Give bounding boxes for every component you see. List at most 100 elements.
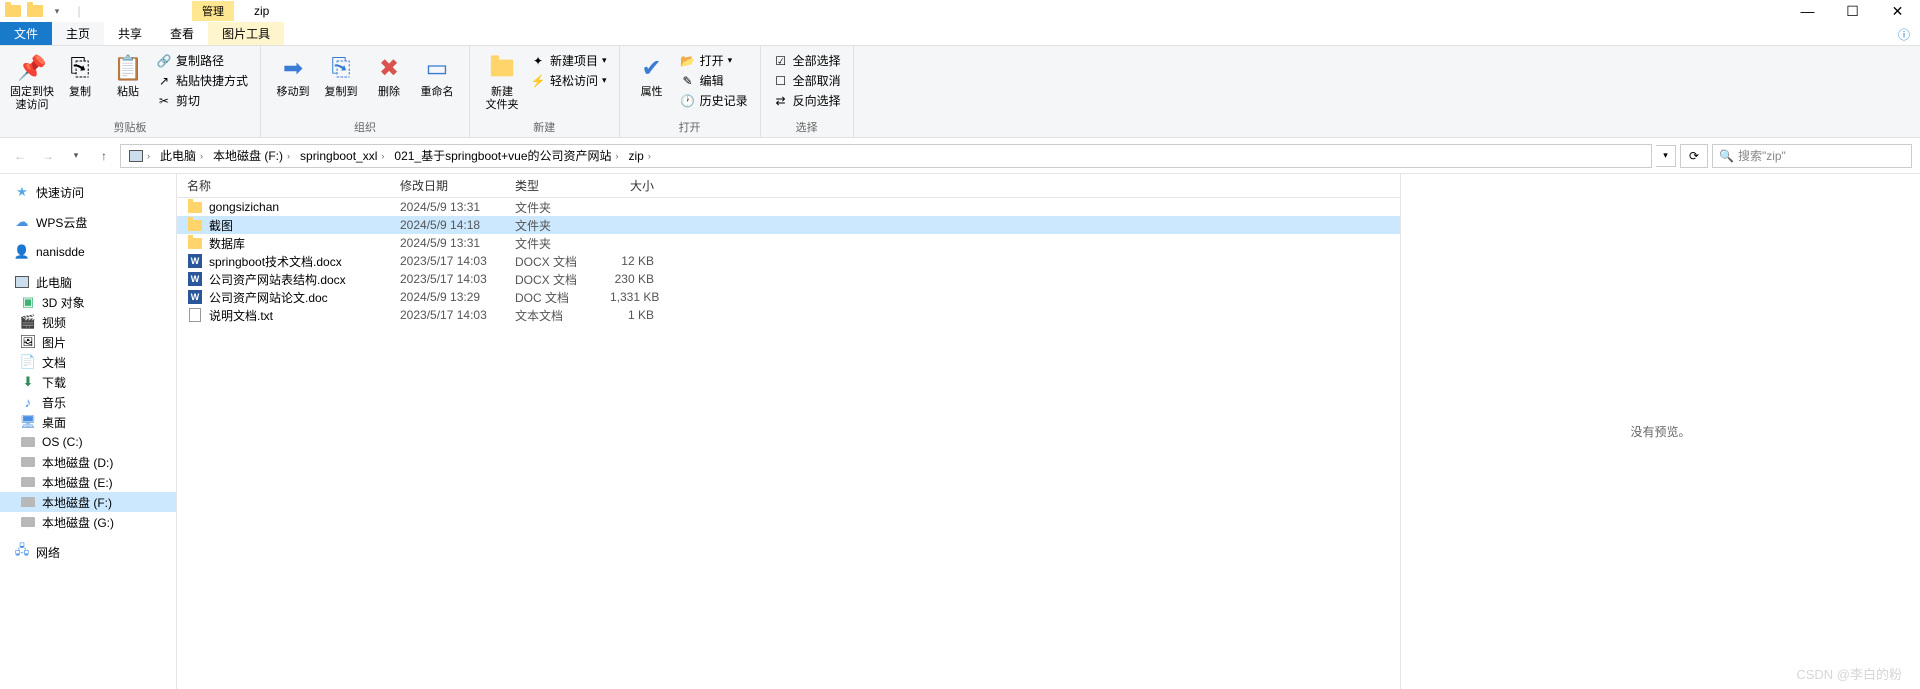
new-item-button[interactable]: ✦新建项目▾ <box>530 52 607 69</box>
cloud-icon: ☁ <box>14 214 30 230</box>
open-button[interactable]: 📂打开▾ <box>680 52 748 69</box>
cube-icon: ▣ <box>20 294 36 310</box>
minimize-button[interactable]: — <box>1785 0 1830 22</box>
sidebar-desktop[interactable]: 🖥桌面 <box>0 412 176 432</box>
word-icon: W <box>187 271 203 287</box>
sidebar-wps[interactable]: ☁WPS云盘 <box>0 212 176 232</box>
file-name: 数据库 <box>177 235 392 252</box>
crumb-item[interactable]: 本地磁盘 (F:)› <box>209 147 294 164</box>
sidebar-music[interactable]: ♪音乐 <box>0 392 176 412</box>
title-bar: ▾ | 管理 zip — ☐ ✕ <box>0 0 1920 22</box>
sidebar-quick-access[interactable]: ★快速访问 <box>0 182 176 202</box>
search-icon: 🔍 <box>1719 149 1734 163</box>
history-button[interactable]: 🕐历史记录 <box>680 92 748 109</box>
recent-dropdown[interactable]: ▾ <box>64 144 88 168</box>
crumb-item[interactable]: springboot_xxl› <box>296 149 388 163</box>
sidebar-downloads[interactable]: ⬇下载 <box>0 372 176 392</box>
sidebar-drive-g[interactable]: 本地磁盘 (G:) <box>0 512 176 532</box>
preview-pane: 没有预览。 <box>1400 174 1920 689</box>
tab-home[interactable]: 主页 <box>52 22 104 45</box>
tab-picture-tools[interactable]: 图片工具 <box>208 22 284 45</box>
quick-access-toolbar: ▾ | <box>0 2 92 20</box>
folder-icon[interactable] <box>26 2 44 20</box>
file-row[interactable]: W公司资产网站论文.doc2024/5/9 13:29DOC 文档1,331 K… <box>177 288 1400 306</box>
move-to-button[interactable]: ➡移动到 <box>269 50 317 101</box>
new-folder-button[interactable]: 新建 文件夹 <box>478 50 526 114</box>
refresh-button[interactable]: ⟳ <box>1680 144 1708 168</box>
crumb-item[interactable]: 此电脑› <box>156 147 207 164</box>
file-row[interactable]: W公司资产网站表结构.docx2023/5/17 14:03DOCX 文档230… <box>177 270 1400 288</box>
contextual-tab-label: 管理 <box>192 1 234 21</box>
breadcrumb-dropdown[interactable]: ▾ <box>1656 145 1676 167</box>
file-date: 2024/5/9 13:31 <box>392 200 507 214</box>
file-type: 文件夹 <box>507 235 602 252</box>
preview-text: 没有预览。 <box>1630 423 1690 440</box>
col-name[interactable]: 名称 <box>177 177 392 194</box>
sidebar-pictures[interactable]: 🖼图片 <box>0 332 176 352</box>
delete-button[interactable]: ✖删除 <box>365 50 413 101</box>
close-button[interactable]: ✕ <box>1875 0 1920 22</box>
pc-icon[interactable]: › <box>125 150 154 162</box>
copy-to-button[interactable]: ⎘复制到 <box>317 50 365 101</box>
column-headers: 名称 修改日期 类型 大小 <box>177 174 1400 198</box>
file-row[interactable]: 说明文档.txt2023/5/17 14:03文本文档1 KB <box>177 306 1400 324</box>
pin-icon: 📌 <box>16 52 48 84</box>
up-button[interactable]: ↑ <box>92 144 116 168</box>
help-icon[interactable]: ⓘ <box>1888 22 1920 45</box>
word-icon: W <box>187 289 203 305</box>
sidebar-documents[interactable]: 📄文档 <box>0 352 176 372</box>
document-icon: 📄 <box>20 354 36 370</box>
back-button[interactable]: ← <box>8 144 32 168</box>
copy-path-button[interactable]: 🔗复制路径 <box>156 52 248 69</box>
file-size: 12 KB <box>602 254 662 268</box>
col-date[interactable]: 修改日期 <box>392 177 507 194</box>
select-none-button[interactable]: ☐全部取消 <box>773 72 841 89</box>
file-row[interactable]: Wspringboot技术文档.docx2023/5/17 14:03DOCX … <box>177 252 1400 270</box>
sidebar-drive-d[interactable]: 本地磁盘 (D:) <box>0 452 176 472</box>
sidebar-this-pc[interactable]: 此电脑 <box>0 272 176 292</box>
group-label: 组织 <box>269 117 461 135</box>
paste-icon: 📋 <box>112 52 144 84</box>
forward-button[interactable]: → <box>36 144 60 168</box>
pin-button[interactable]: 📌固定到快 速访问 <box>8 50 56 114</box>
watermark: CSDN @李白的粉 <box>1796 664 1902 683</box>
sidebar-drive-f[interactable]: 本地磁盘 (F:) <box>0 492 176 512</box>
paste-shortcut-button[interactable]: ↗粘贴快捷方式 <box>156 72 248 89</box>
file-row[interactable]: 数据库2024/5/9 13:31文件夹 <box>177 234 1400 252</box>
file-row[interactable]: 截图2024/5/9 14:18文件夹 <box>177 216 1400 234</box>
tab-file[interactable]: 文件 <box>0 22 52 45</box>
sidebar-3d[interactable]: ▣3D 对象 <box>0 292 176 312</box>
rename-icon: ▭ <box>421 52 453 84</box>
crumb-item[interactable]: 021_基于springboot+vue的公司资产网站› <box>390 147 622 164</box>
maximize-button[interactable]: ☐ <box>1830 0 1875 22</box>
easy-access-button[interactable]: ⚡轻松访问▾ <box>530 72 607 89</box>
sidebar-user[interactable]: 👤nanisdde <box>0 242 176 262</box>
copy-button[interactable]: ⎘复制 <box>56 50 104 101</box>
paste-button[interactable]: 📋粘贴 <box>104 50 152 101</box>
properties-button[interactable]: ✔属性 <box>628 50 676 101</box>
tab-share[interactable]: 共享 <box>104 22 156 45</box>
sidebar-videos[interactable]: 🎬视频 <box>0 312 176 332</box>
select-all-button[interactable]: ☑全部选择 <box>773 52 841 69</box>
pc-icon <box>14 274 30 290</box>
invert-selection-button[interactable]: ⇄反向选择 <box>773 92 841 109</box>
col-type[interactable]: 类型 <box>507 177 602 194</box>
sidebar-drive-c[interactable]: OS (C:) <box>0 432 176 452</box>
rename-button[interactable]: ▭重命名 <box>413 50 461 101</box>
file-type: 文件夹 <box>507 217 602 234</box>
download-icon: ⬇ <box>20 374 36 390</box>
sidebar-network[interactable]: 🖧网络 <box>0 542 176 562</box>
qat-dropdown-icon[interactable]: ▾ <box>48 2 66 20</box>
edit-button[interactable]: ✎编辑 <box>680 72 748 89</box>
breadcrumb[interactable]: › 此电脑› 本地磁盘 (F:)› springboot_xxl› 021_基于… <box>120 144 1652 168</box>
file-row[interactable]: gongsizichan2024/5/9 13:31文件夹 <box>177 198 1400 216</box>
crumb-item[interactable]: zip› <box>625 149 655 163</box>
sidebar-drive-e[interactable]: 本地磁盘 (E:) <box>0 472 176 492</box>
tab-view[interactable]: 查看 <box>156 22 208 45</box>
group-label: 打开 <box>628 117 752 135</box>
cut-button[interactable]: ✂剪切 <box>156 92 248 109</box>
file-list: 名称 修改日期 类型 大小 gongsizichan2024/5/9 13:31… <box>177 174 1400 689</box>
search-input[interactable]: 🔍搜索"zip" <box>1712 144 1912 168</box>
group-label: 选择 <box>769 117 845 135</box>
col-size[interactable]: 大小 <box>602 177 662 194</box>
